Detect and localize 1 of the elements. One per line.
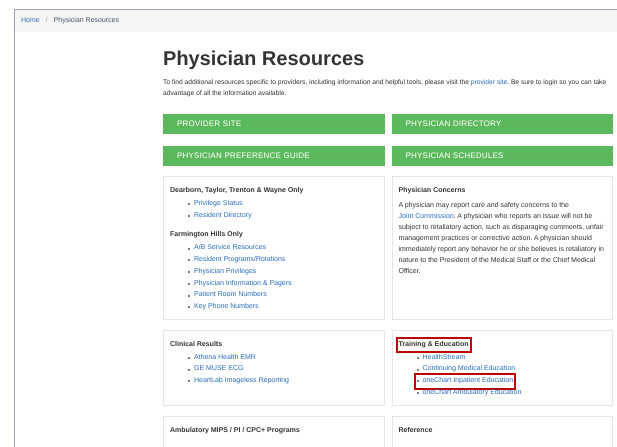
page-title: Physician Resources	[163, 49, 366, 69]
